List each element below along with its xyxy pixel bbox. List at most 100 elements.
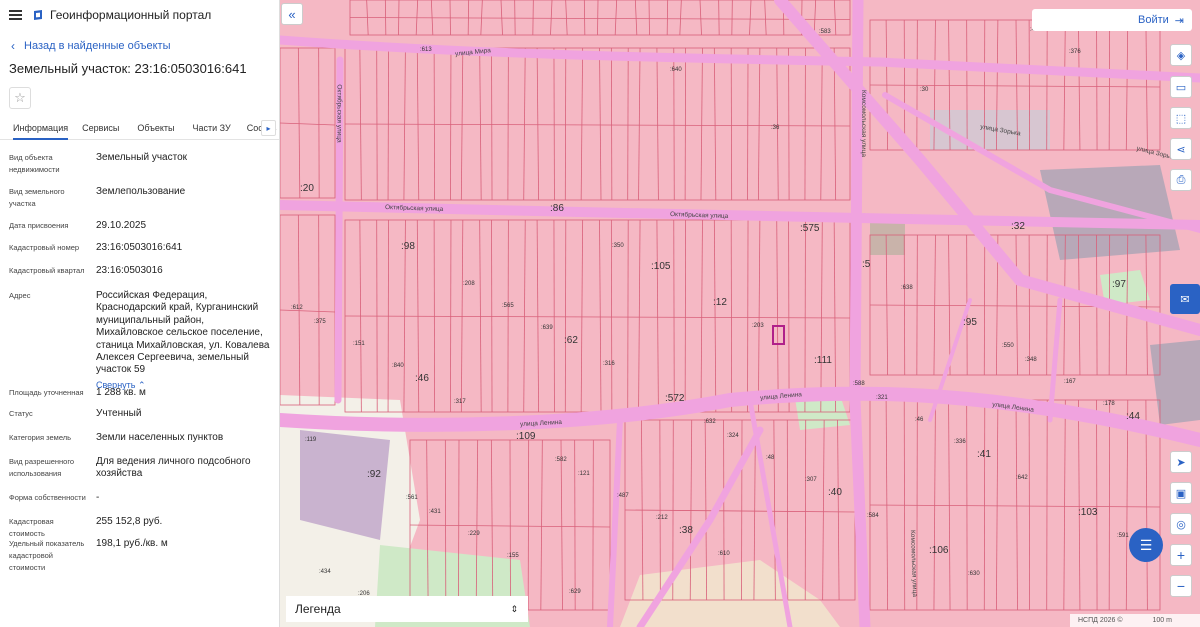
parcel-boundary [509, 439, 511, 611]
attr-key: Адрес [9, 291, 31, 300]
collapse-panel-icon[interactable]: « [281, 3, 303, 25]
parcel-number-label: :44 [1126, 411, 1140, 422]
parcel-boundary [1108, 19, 1111, 151]
parcel-number-label: :376 [1069, 49, 1081, 55]
parcel-boundary [507, 47, 509, 201]
attr-value: 198,1 руб./кв. м [96, 538, 168, 549]
parcel-boundary [514, 0, 516, 36]
assistant-icon[interactable]: ✉ [1170, 284, 1200, 314]
tabs-scroll-right-icon[interactable]: ▸ [261, 120, 276, 136]
parcel-boundary [553, 219, 555, 413]
share-icon[interactable]: ⋖ [1170, 138, 1192, 160]
parcel-number-label: :640 [670, 67, 682, 73]
scale-label: 100 m [1152, 617, 1172, 624]
parcel-number-label: :95 [963, 317, 977, 328]
parcel-boundary [1046, 399, 1048, 611]
zoom-in-icon[interactable]: + [1170, 544, 1192, 566]
parcel-number-label: :583 [819, 29, 831, 35]
app-title: Геоинформационный портал [50, 8, 212, 22]
info-panel: Геоинформационный портал ‹ Назад в найде… [0, 0, 280, 627]
map-canvas[interactable]: :36:30:376:206:155:212:307:336:178:840:6… [280, 0, 1200, 627]
login-button[interactable]: Войти ⇥ [1032, 9, 1192, 31]
geolocation-icon[interactable]: ◎ [1170, 513, 1192, 535]
parcel-number-label: :591 [1117, 533, 1129, 539]
favorite-star-icon[interactable]: ☆ [9, 87, 31, 109]
attr-value: 29.10.2025 [96, 220, 147, 231]
parcel-number-label: :212 [656, 515, 668, 521]
legend-button[interactable]: Легенда ⇕ [286, 596, 528, 622]
parcel-number-label: :612 [291, 305, 303, 311]
object-title: Земельный участок: 23:16:0503016:641 [9, 61, 247, 76]
parcel-number-label: :629 [569, 589, 581, 595]
chat-icon[interactable]: ☰ [1129, 528, 1163, 562]
attr-key: Вид земельного участка [9, 187, 65, 208]
parcel-boundary [450, 47, 452, 201]
menu-icon[interactable] [9, 10, 22, 20]
attr-value: 23:16:0503016:641 [96, 242, 183, 253]
parcel-number-label: :36 [771, 125, 780, 131]
cadastral-map[interactable]: :36:30:376:206:155:212:307:336:178:840:6… [280, 0, 1200, 627]
parcel-boundary [627, 47, 629, 201]
tab-info[interactable]: Информация [13, 118, 69, 140]
parcel-number-label: :840 [392, 363, 404, 369]
login-label: Войти [1137, 14, 1169, 26]
attr-value: Российская Федерация, Краснодарский край… [96, 290, 274, 391]
attr-key: Кадастровый квартал [9, 266, 85, 275]
parcel-number-label: :62 [564, 335, 578, 346]
basemap-icon[interactable]: ▣ [1170, 482, 1192, 504]
layers-icon[interactable]: ◈ [1170, 44, 1192, 66]
parcel-number-label: :317 [454, 399, 466, 405]
ruler-icon[interactable]: ▭ [1170, 76, 1192, 98]
back-label: Назад в найденные объекты [24, 40, 171, 52]
tab-parts[interactable]: Части ЗУ [193, 118, 231, 140]
tab-services[interactable]: Сервисы [82, 118, 119, 140]
parcel-number-label: :97 [1112, 279, 1126, 290]
attr-key: Форма собственности [9, 493, 86, 502]
attr-key: Кадастровая стоимость [9, 517, 54, 538]
copyright-text: НСПД 2026 © [1078, 617, 1123, 624]
select-area-icon[interactable]: ⬚ [1170, 107, 1192, 129]
parcel-number-label: :638 [901, 285, 913, 291]
chevron-left-icon: ‹ [11, 39, 15, 53]
parcel-number-label: :178 [1103, 401, 1115, 407]
parcel-number-label: :48 [766, 455, 775, 461]
parcel-number-label: :348 [1025, 357, 1037, 363]
parcel-number-label: :208 [463, 281, 475, 287]
parcel-boundary [684, 47, 687, 201]
locate-icon[interactable]: ➤ [1170, 451, 1192, 473]
attr-key: Дата присвоения [9, 221, 69, 230]
parcel-boundary [507, 219, 509, 413]
attr-key: Вид разрешенного использования [9, 457, 75, 478]
parcel-boundary [318, 47, 320, 199]
print-icon[interactable]: ⎙ [1170, 169, 1192, 191]
parcel-number-label: :41 [977, 449, 991, 460]
back-link[interactable]: ‹ Назад в найденные объекты [0, 38, 279, 54]
attr-value: Земельный участок [96, 152, 188, 163]
login-icon: ⇥ [1174, 14, 1184, 27]
parcel-number-label: :350 [612, 243, 624, 249]
street-label: Комсомольская улица [859, 90, 867, 157]
tab-objects[interactable]: Объекты [137, 118, 174, 140]
street-label: Октябрьская улица [335, 84, 343, 143]
parcel-number-label: :575 [800, 223, 820, 234]
parcel-boundary [1046, 234, 1048, 376]
parcel-boundary [648, 0, 650, 36]
parcel-number-label: :151 [353, 341, 365, 347]
parcel-boundary [1028, 234, 1031, 376]
parcel-boundary [983, 234, 986, 376]
parcel-boundary [731, 0, 733, 36]
parcel-boundary [684, 219, 687, 413]
parcel-boundary [491, 47, 493, 201]
expand-icon: ⇕ [510, 603, 518, 614]
parcel-number-label: :20 [300, 183, 314, 194]
attr-value: Для ведения личного подсобного хозяйства [96, 456, 251, 480]
parcel-number-label: :119 [305, 437, 317, 443]
parcel-number-label: :630 [968, 571, 980, 577]
parcel-boundary [564, 219, 567, 413]
attr-key: Вид объекта недвижимости [9, 153, 60, 174]
attr-value: Земли населенных пунктов [96, 432, 224, 443]
parcel-boundary [741, 419, 743, 601]
parcel-boundary [966, 19, 968, 151]
zoom-out-icon[interactable]: − [1170, 575, 1192, 597]
parcel-boundary [1096, 19, 1098, 151]
